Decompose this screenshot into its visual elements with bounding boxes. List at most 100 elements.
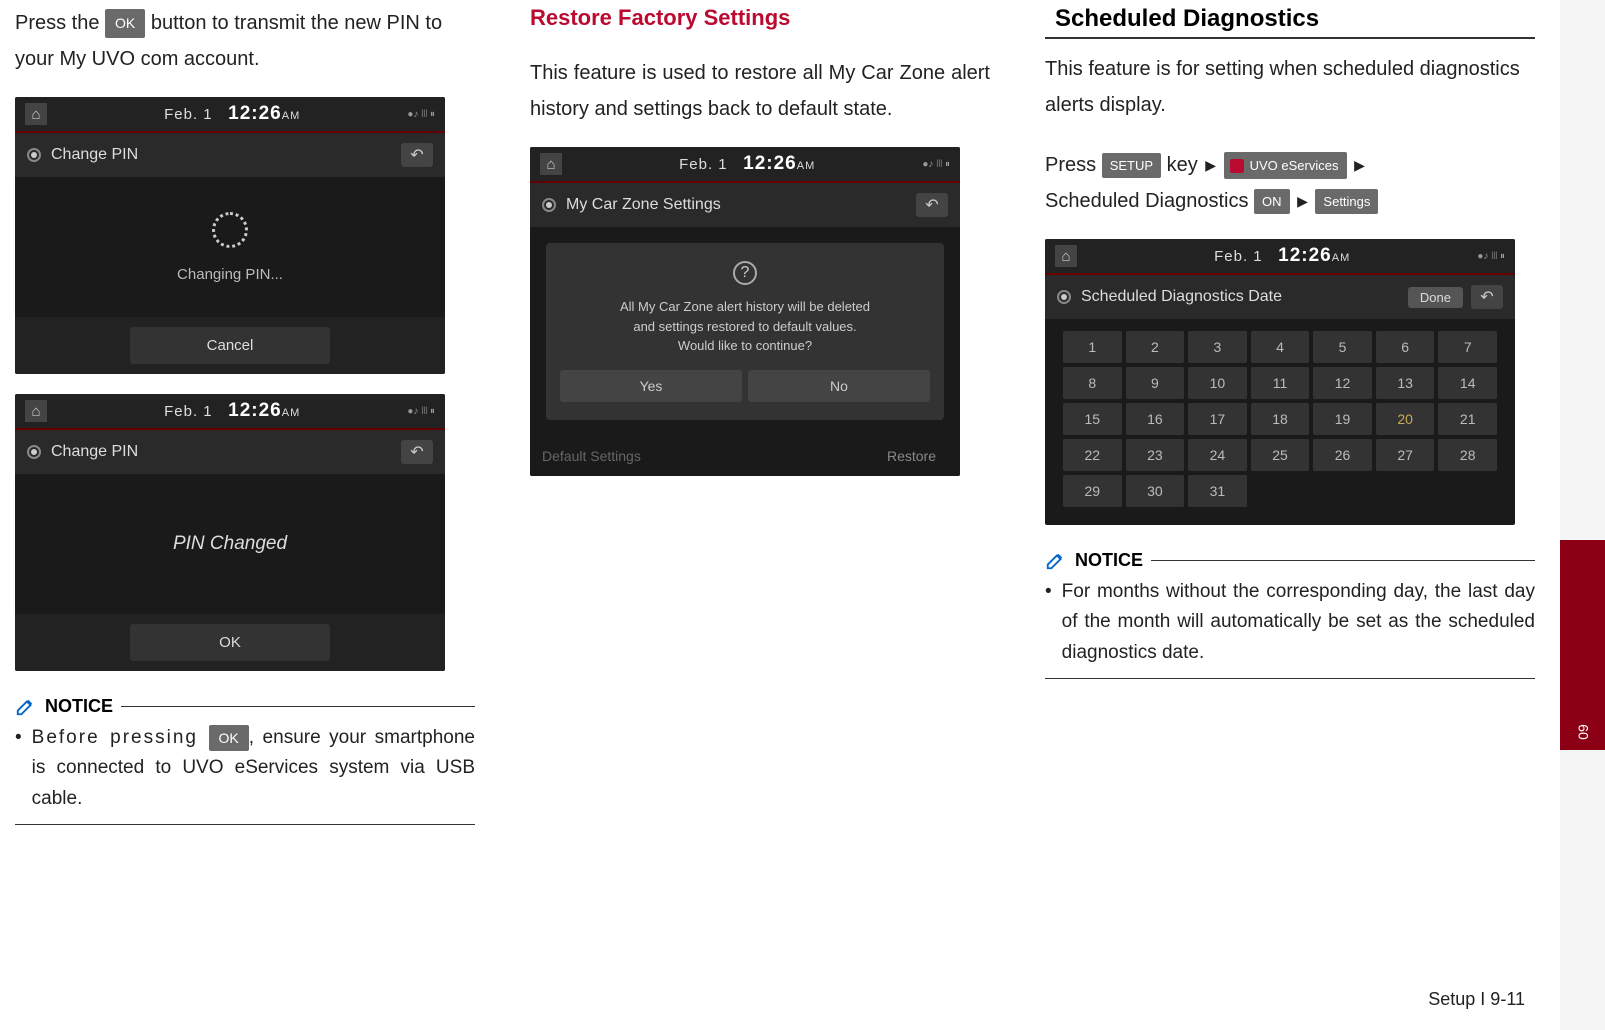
radio-icon xyxy=(542,198,556,212)
done-button: Done xyxy=(1408,287,1463,308)
arrow-icon: ▶ xyxy=(1297,189,1308,214)
ss-body-text: Changing PIN... xyxy=(177,266,283,283)
calendar-day: 9 xyxy=(1126,367,1185,399)
confirm-modal: ? All My Car Zone alert history will be … xyxy=(546,243,944,420)
heading-restore-factory: Restore Factory Settings xyxy=(530,5,990,31)
calendar-day: 31 xyxy=(1188,475,1247,507)
arrow-icon: ▶ xyxy=(1205,153,1216,178)
notice-item: For months without the corresponding day… xyxy=(1045,577,1535,668)
calendar-day: 28 xyxy=(1438,439,1497,471)
screenshot-changing-pin: ⌂ Feb. 1 12:26AM ●♪ ꔖ ⏸ Change PIN ↶ Cha… xyxy=(15,97,445,374)
ss-bottom-row: Default Settings Restore xyxy=(530,436,960,476)
ok-button-inline: OK xyxy=(209,725,249,751)
notice-head: NOTICE xyxy=(1045,549,1535,571)
calendar-day: 30 xyxy=(1126,475,1185,507)
calendar-day: 6 xyxy=(1376,331,1435,363)
screenshot-pin-changed: ⌂ Feb. 1 12:26AM ●♪ ꔖ ⏸ Change PIN ↶ PIN… xyxy=(15,394,445,671)
calendar-day: 25 xyxy=(1251,439,1310,471)
on-button: ON xyxy=(1254,189,1290,214)
heading-scheduled-diagnostics: Scheduled Diagnostics xyxy=(1045,5,1535,39)
ss-topbar: ⌂ Feb. 1 12:26AM ●♪ ꔖ ⏸ xyxy=(15,394,445,428)
home-icon: ⌂ xyxy=(1055,245,1077,267)
ss-title: My Car Zone Settings xyxy=(566,196,916,214)
ss-date: Feb. 1 12:26AM xyxy=(57,400,407,422)
ss-topbar: ⌂ Feb. 1 12:26AM ●♪ ꔖ ⏸ xyxy=(15,97,445,131)
col1-intro: Press the OK button to transmit the new … xyxy=(15,5,475,77)
calendar-day: 21 xyxy=(1438,403,1497,435)
notice-label: NOTICE xyxy=(45,696,113,717)
ss-date-text: Feb. 1 xyxy=(164,106,213,123)
status-icons: ●♪ ꔖ ⏸ xyxy=(1477,251,1505,262)
notice-rule xyxy=(1151,560,1535,561)
notice-head: NOTICE xyxy=(15,695,475,717)
modal-line3: Would like to continue? xyxy=(678,338,812,353)
calendar-day: 17 xyxy=(1188,403,1247,435)
step-p1: Press xyxy=(1045,154,1102,176)
ss-date: Feb. 1 12:26AM xyxy=(57,103,407,125)
calendar-day: 16 xyxy=(1126,403,1185,435)
calendar-day xyxy=(1376,475,1435,507)
ss-footer: OK xyxy=(15,614,445,671)
yes-button: Yes xyxy=(560,370,742,402)
notice-box-1: NOTICE Before pressing OK, ensure your s… xyxy=(15,695,475,825)
side-tab-number: 09 xyxy=(1575,724,1591,740)
status-icons: ●♪ ꔖ ⏸ xyxy=(407,406,435,417)
ss-header: My Car Zone Settings ↶ xyxy=(530,183,960,227)
uvo-eservices-button: UVO eServices xyxy=(1224,152,1347,179)
page-number: Setup I 9-11 xyxy=(1428,989,1525,1010)
calendar-day: 10 xyxy=(1188,367,1247,399)
radio-icon xyxy=(1057,290,1071,304)
notice-box-2: NOTICE For months without the correspond… xyxy=(1045,549,1535,679)
screenshot-calendar: ⌂ Feb. 1 12:26AM ●♪ ꔖ ⏸ Scheduled Diagno… xyxy=(1045,239,1515,525)
ss-header: Change PIN ↶ xyxy=(15,430,445,474)
calendar-day: 23 xyxy=(1126,439,1185,471)
notice-text: For months without the corresponding day… xyxy=(1062,577,1535,668)
radio-icon xyxy=(27,148,41,162)
calendar-day: 12 xyxy=(1313,367,1372,399)
ss-topbar: ⌂ Feb. 1 12:26AM ●♪ ꔖ ⏸ xyxy=(530,147,960,181)
default-settings-label: Default Settings xyxy=(542,448,875,464)
step-p2: key xyxy=(1161,154,1203,176)
ss-date: Feb. 1 12:26AM xyxy=(572,153,922,175)
calendar-day: 24 xyxy=(1188,439,1247,471)
notice-list: For months without the corresponding day… xyxy=(1045,577,1535,668)
calendar-day: 18 xyxy=(1251,403,1310,435)
step-p3: Scheduled Diagnostics xyxy=(1045,190,1254,212)
back-icon: ↶ xyxy=(1471,285,1503,309)
no-button: No xyxy=(748,370,930,402)
ss-date-text: Feb. 1 xyxy=(164,403,213,420)
notice-rule xyxy=(121,706,475,707)
question-icon: ? xyxy=(733,261,757,285)
column-1: Press the OK button to transmit the new … xyxy=(15,5,475,825)
settings-button: Settings xyxy=(1315,189,1378,214)
ss-ampm: AM xyxy=(797,160,816,172)
ss-topbar: ⌂ Feb. 1 12:26AM ●♪ ꔖ ⏸ xyxy=(1045,239,1515,273)
column-2: Restore Factory Settings This feature is… xyxy=(530,5,990,825)
notice-end-rule xyxy=(1045,678,1535,679)
calendar-day: 3 xyxy=(1188,331,1247,363)
calendar-day: 5 xyxy=(1313,331,1372,363)
calendar-day: 26 xyxy=(1313,439,1372,471)
ss-header: Scheduled Diagnostics Date Done ↶ xyxy=(1045,275,1515,319)
col2-body: This feature is used to restore all My C… xyxy=(530,55,990,127)
status-icons: ●♪ ꔖ ⏸ xyxy=(922,159,950,170)
restore-button: Restore xyxy=(875,444,948,468)
calendar-day: 7 xyxy=(1438,331,1497,363)
home-icon: ⌂ xyxy=(25,103,47,125)
col3-steps: Press SETUP key ▶ UVO eServices ▶ Schedu… xyxy=(1045,147,1535,219)
calendar-day: 8 xyxy=(1063,367,1122,399)
setup-button: SETUP xyxy=(1102,153,1161,178)
radio-icon xyxy=(27,445,41,459)
status-icons: ●♪ ꔖ ⏸ xyxy=(407,109,435,120)
ss-title: Change PIN xyxy=(51,443,401,461)
calendar-day: 15 xyxy=(1063,403,1122,435)
ss-ampm: AM xyxy=(1332,252,1351,264)
side-tab: 09 xyxy=(1560,0,1605,1030)
ss-time: 12:26 xyxy=(743,153,797,174)
home-icon: ⌂ xyxy=(540,153,562,175)
calendar-day: 14 xyxy=(1438,367,1497,399)
ss-date-text: Feb. 1 xyxy=(679,156,728,173)
pencil-icon xyxy=(15,695,37,717)
cancel-button: Cancel xyxy=(130,327,330,364)
ok-button-inline: OK xyxy=(105,9,145,38)
